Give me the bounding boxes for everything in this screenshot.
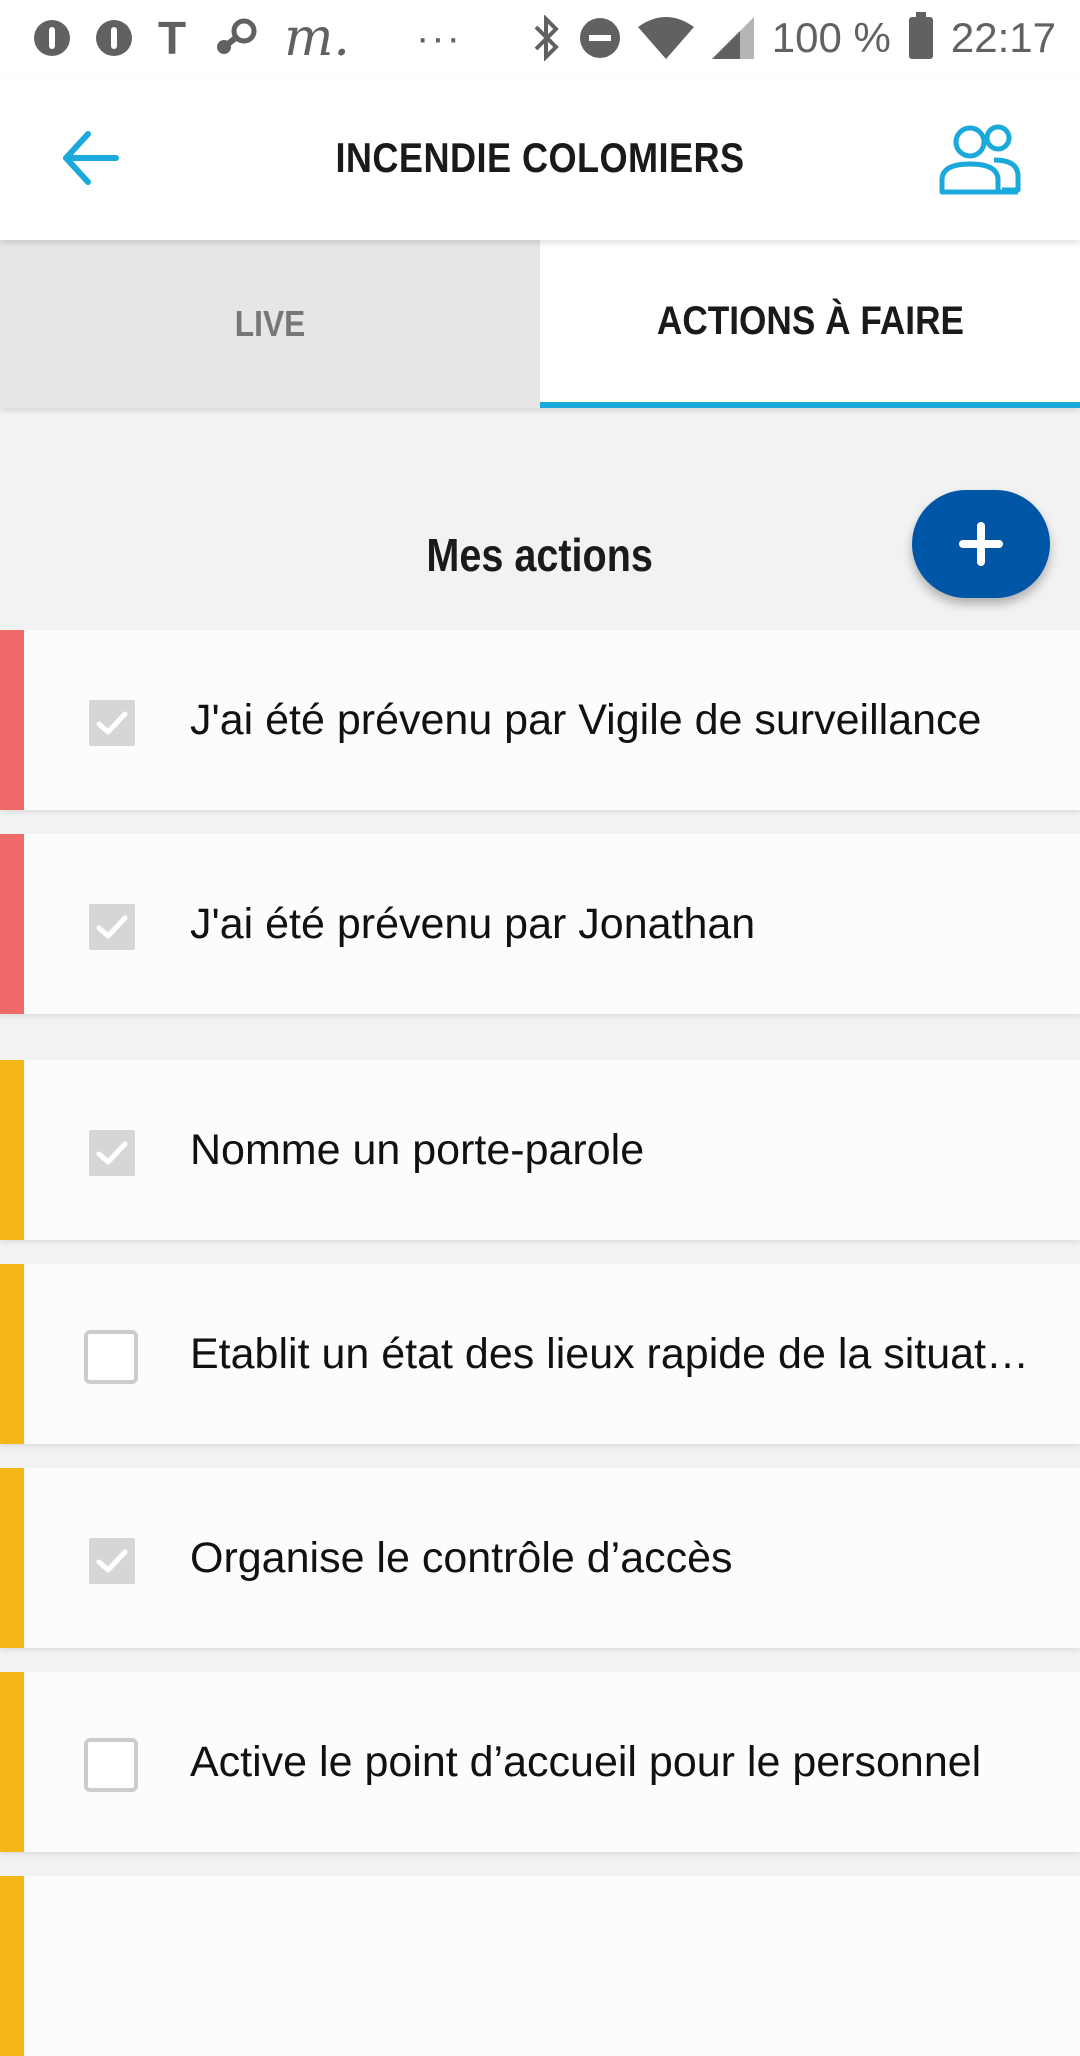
t-icon: T bbox=[158, 12, 187, 64]
action-checkbox[interactable] bbox=[84, 1330, 138, 1384]
app-bar: INCENDIE COLOMIERS bbox=[0, 76, 1080, 240]
priority-indicator bbox=[0, 630, 24, 810]
action-checkbox[interactable] bbox=[89, 1130, 135, 1176]
section-title-text: Mes actions bbox=[426, 529, 654, 581]
tab-bar: LIVE ACTIONS À FAIRE bbox=[0, 240, 1080, 408]
wifi-icon bbox=[637, 17, 694, 59]
more-notifications-icon: ··· bbox=[415, 15, 462, 60]
action-label: Nomme un porte-parole bbox=[190, 1126, 645, 1174]
alert-icon bbox=[34, 20, 70, 56]
checkmark-icon bbox=[96, 1141, 128, 1165]
action-item[interactable]: Organise le contrôle d’accès bbox=[0, 1468, 1080, 1648]
action-label: J'ai été prévenu par Jonathan bbox=[190, 900, 756, 948]
action-checkbox[interactable] bbox=[89, 904, 135, 950]
add-action-button[interactable] bbox=[912, 490, 1050, 598]
action-checkbox[interactable] bbox=[89, 700, 135, 746]
priority-indicator bbox=[0, 1468, 24, 1648]
bluetooth-icon bbox=[534, 15, 559, 61]
clock: 22:17 bbox=[950, 14, 1056, 61]
system-icons: 100 % 22:17 bbox=[532, 10, 1056, 66]
action-item[interactable]: Active le point d’accueil pour le person… bbox=[0, 1672, 1080, 1852]
action-item[interactable]: J'ai été prévenu par Vigile de surveilla… bbox=[0, 630, 1080, 810]
status-bar: T m. ··· 100 % 22:17 bbox=[0, 0, 1080, 76]
action-item[interactable]: J'ai été prévenu par Jonathan bbox=[0, 834, 1080, 1014]
action-item[interactable]: Etablit un état des lieux rapide de la s… bbox=[0, 1264, 1080, 1444]
priority-indicator bbox=[0, 1672, 24, 1852]
plus-icon bbox=[959, 522, 1003, 566]
people-icon bbox=[939, 124, 1021, 195]
action-label: J'ai été prévenu par Vigile de surveilla… bbox=[190, 696, 982, 744]
back-button[interactable] bbox=[60, 128, 124, 188]
action-label: Etablit un état des lieux rapide de la s… bbox=[190, 1330, 1030, 1378]
battery-icon bbox=[908, 12, 933, 59]
checkmark-icon bbox=[96, 711, 128, 735]
action-item[interactable] bbox=[0, 1876, 1080, 2056]
action-checkbox[interactable] bbox=[84, 1738, 138, 1792]
action-item[interactable]: Nomme un porte-parole bbox=[0, 1060, 1080, 1240]
checkmark-icon bbox=[96, 915, 128, 939]
priority-indicator bbox=[0, 1264, 24, 1444]
battery-percent: 100 % bbox=[771, 14, 891, 61]
action-checkbox[interactable] bbox=[89, 1538, 135, 1584]
arrow-left-icon bbox=[63, 131, 119, 185]
signal-icon bbox=[711, 17, 754, 59]
action-label: Organise le contrôle d’accès bbox=[190, 1534, 733, 1582]
tab-actions-a-faire[interactable]: ACTIONS À FAIRE bbox=[540, 240, 1080, 408]
checkmark-icon bbox=[96, 1549, 128, 1573]
notification-icons: T m. ··· bbox=[34, 8, 462, 68]
m-icon: m. bbox=[284, 8, 350, 68]
priority-indicator bbox=[0, 834, 24, 1014]
steam-icon bbox=[217, 18, 257, 54]
do-not-disturb-icon bbox=[579, 18, 620, 58]
page-title: INCENDIE COLOMIERS bbox=[335, 134, 745, 181]
alert-icon bbox=[96, 20, 132, 56]
priority-indicator bbox=[0, 1060, 24, 1240]
tab-label: ACTIONS À FAIRE bbox=[656, 298, 964, 343]
action-label: Active le point d’accueil pour le person… bbox=[190, 1738, 982, 1786]
members-button[interactable] bbox=[938, 120, 1022, 198]
tab-live[interactable]: LIVE bbox=[0, 240, 540, 408]
priority-indicator bbox=[0, 1876, 24, 2056]
tab-label: LIVE bbox=[234, 303, 306, 344]
